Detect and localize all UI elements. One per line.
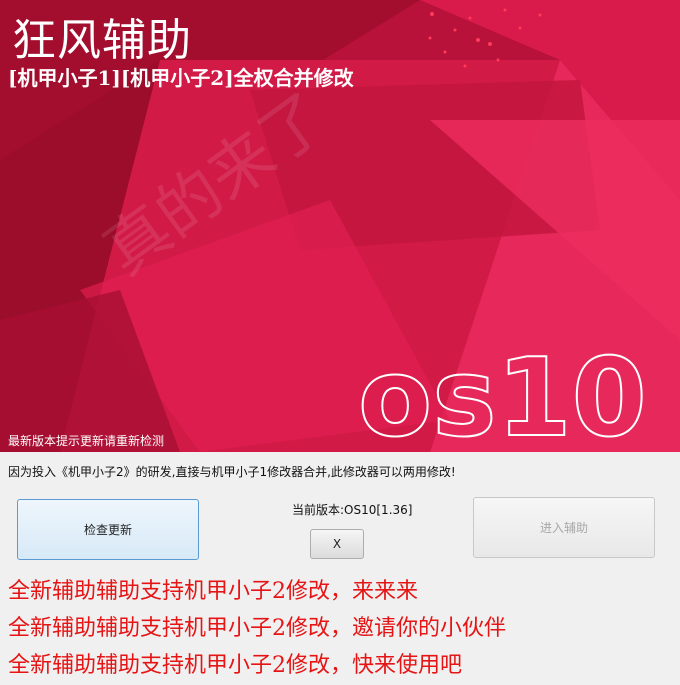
os-logo-text: os10: [358, 336, 647, 452]
promo-line-3: 全新辅助辅助支持机甲小子2修改，快来使用吧: [8, 653, 462, 678]
version-label: 当前版本:OS10[1.36]: [292, 503, 413, 517]
check-update-button[interactable]: 检查更新: [17, 499, 199, 560]
banner: 狂风辅助 [机甲小子1][机甲小子2]全权合并修改 真的来了 os10 最新版本…: [0, 0, 680, 452]
close-button[interactable]: X: [310, 529, 364, 559]
promo-line-1: 全新辅助辅助支持机甲小子2修改，来来来: [8, 579, 418, 604]
promo-line-2: 全新辅助辅助支持机甲小子2修改，邀请你的小伙伴: [8, 616, 506, 641]
notice-text: 因为投入《机甲小子2》的研发,直接与机甲小子1修改器合并,此修改器可以两用修改!: [8, 465, 456, 479]
update-hint: 最新版本提示更新请重新检测: [8, 434, 165, 448]
app-title: 狂风辅助: [12, 15, 192, 66]
enter-assist-button[interactable]: 进入辅助: [473, 497, 655, 558]
